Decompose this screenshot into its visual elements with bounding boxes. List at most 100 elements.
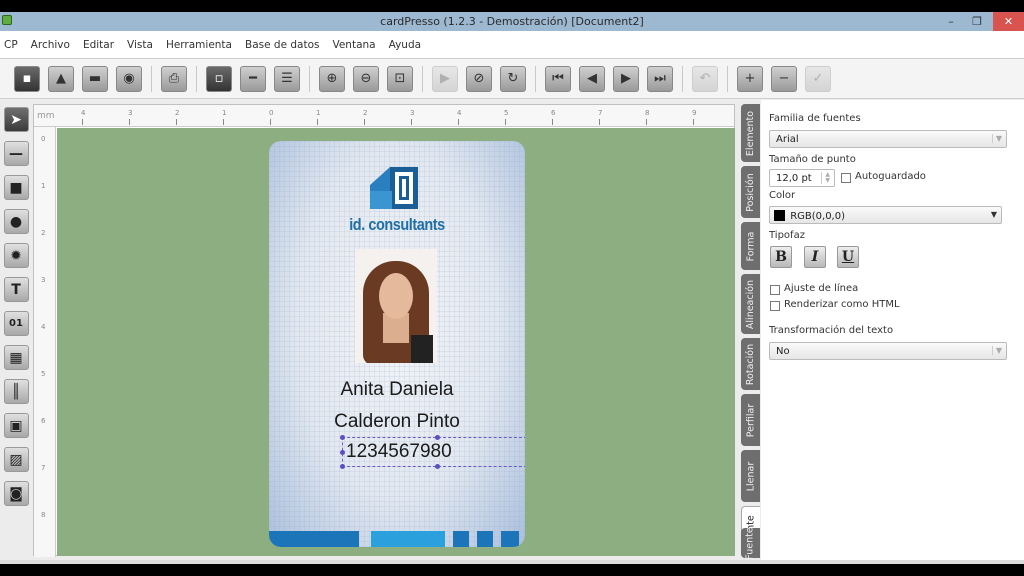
main-toolbar: ▪ ▲ ▬ ◉ ⎙ ▫ ━ ☰ ⊕ ⊖ ⊡ ▶ ⊘ ↻ ⏮ ◀ ▶ ⏭ ↶ + − ✓: [0, 59, 1024, 99]
tab-perfilar[interactable]: Perfilar: [741, 394, 760, 446]
resize-handle-nw[interactable]: [340, 435, 345, 440]
font-family-value: Arial: [776, 134, 799, 145]
selection-box[interactable]: [340, 435, 525, 469]
tab-rotacion[interactable]: Rotación: [741, 338, 760, 390]
record-last-icon: ⏭: [654, 71, 666, 86]
toolbar-separator: [151, 65, 152, 92]
zoom-in-button[interactable]: ⊕: [319, 65, 345, 92]
company-logo-icon[interactable]: [368, 165, 420, 213]
menu-ayuda[interactable]: Ayuda: [389, 39, 421, 51]
tab-elemento[interactable]: Elemento: [741, 104, 760, 162]
card-front-button[interactable]: ▫: [206, 65, 232, 92]
toolbar-separator: [309, 65, 310, 92]
record-undo-button[interactable]: ↶: [692, 65, 718, 92]
rectangle-tool-button[interactable]: ■: [3, 175, 29, 200]
record-add-button[interactable]: +: [737, 65, 763, 92]
image-tool-button[interactable]: ▨: [3, 447, 29, 472]
print-icon: ⎙: [168, 71, 180, 86]
tab-label: Fuente: [745, 526, 756, 560]
minimize-button[interactable]: –: [940, 12, 962, 31]
typeface-label: Tipofaz: [769, 230, 805, 241]
toolbar-separator: [422, 65, 423, 92]
image-add-tool-button[interactable]: ▣: [3, 413, 29, 438]
tab-forma[interactable]: Forma: [741, 222, 760, 270]
menu-editar[interactable]: Editar: [83, 39, 114, 51]
menu-base-de-datos[interactable]: Base de datos: [245, 39, 319, 51]
close-button[interactable]: ✕: [993, 12, 1024, 31]
open-button[interactable]: ▲: [48, 65, 74, 92]
color-select[interactable]: RGB(0,0,0) ▼: [769, 206, 1002, 224]
render-html-checkbox[interactable]: [770, 301, 780, 311]
save-button[interactable]: ▬: [82, 65, 108, 92]
italic-button[interactable]: I: [804, 246, 826, 268]
tab-fuente-2[interactable]: Fuente: [741, 526, 760, 560]
card-back-button[interactable]: ━: [240, 65, 266, 92]
underline-button[interactable]: U: [837, 246, 859, 268]
new-card-button[interactable]: ▪: [14, 65, 40, 92]
ellipse-tool-button[interactable]: ●: [3, 209, 29, 234]
record-prev-icon: ◀: [587, 71, 597, 86]
maximize-button[interactable]: ❐: [966, 12, 988, 31]
app-icon: [2, 15, 12, 25]
word-wrap-checkbox[interactable]: [770, 285, 780, 295]
record-last-button[interactable]: ⏭: [647, 65, 673, 92]
date-tool-button[interactable]: ▦: [3, 345, 29, 370]
font-family-label: Familia de fuentes: [769, 113, 861, 124]
print-button[interactable]: ⎙: [161, 65, 187, 92]
tab-label: Llenar: [745, 461, 756, 491]
camera-tool-button[interactable]: ◙: [3, 481, 29, 506]
record-prev-button[interactable]: ◀: [579, 65, 605, 92]
first-name-text[interactable]: Anita Daniela: [269, 379, 525, 401]
select-tool-button[interactable]: ➤: [3, 107, 29, 132]
menu-herramienta[interactable]: Herramienta: [166, 39, 232, 51]
id-card[interactable]: id. consultants Anita Daniela Calderon P…: [269, 141, 525, 547]
resize-handle-sw[interactable]: [340, 464, 345, 469]
record-next-button[interactable]: ▶: [613, 65, 639, 92]
barcode-tool-button[interactable]: ║: [3, 379, 29, 404]
record-refresh-button[interactable]: ↻: [500, 65, 526, 92]
text-transform-select[interactable]: No ▼: [769, 342, 1007, 360]
record-first-button[interactable]: ⏮: [545, 65, 571, 92]
photo-portrait[interactable]: [355, 249, 437, 363]
zoom-fit-button[interactable]: ⊡: [387, 65, 413, 92]
line-tool-button[interactable]: —: [3, 141, 29, 166]
record-remove-button[interactable]: −: [771, 65, 797, 92]
resize-handle-w[interactable]: [340, 450, 345, 455]
database-view-button[interactable]: ☰: [274, 65, 300, 92]
record-first-icon: ⏮: [552, 71, 564, 86]
tab-llenar[interactable]: Llenar: [741, 450, 760, 502]
image-tool-icon: ▨: [9, 451, 23, 468]
autosave-checkbox[interactable]: [841, 173, 851, 183]
zoom-out-button[interactable]: ⊖: [353, 65, 379, 92]
barcode-tool-icon: ║: [11, 383, 21, 400]
ruler-tick-label: 1: [41, 182, 46, 190]
tab-alineacion[interactable]: Alineación: [741, 274, 760, 334]
last-name-text[interactable]: Calderon Pinto: [269, 411, 525, 433]
tab-posicion[interactable]: Posición: [741, 166, 760, 218]
resize-handle-n[interactable]: [435, 435, 440, 440]
text-tool-button[interactable]: T: [3, 277, 29, 302]
company-logo-text[interactable]: id. consultants: [288, 215, 506, 235]
ruler-tick-label: 7: [598, 109, 603, 125]
save-as-button[interactable]: ◉: [116, 65, 142, 92]
resize-handle-s[interactable]: [435, 464, 440, 469]
spin-arrows-icon[interactable]: ▲ ▼: [821, 172, 830, 184]
menu-vista[interactable]: Vista: [127, 39, 153, 51]
font-family-select[interactable]: Arial ▼: [769, 130, 1007, 148]
menu-cp[interactable]: CP: [4, 39, 18, 51]
chevron-down-icon: ▼: [990, 210, 997, 219]
ruler-tick-label: 2: [363, 109, 368, 125]
record-play-button[interactable]: ▶: [432, 65, 458, 92]
database-view-icon: ☰: [281, 71, 293, 86]
menu-ventana[interactable]: Ventana: [332, 39, 375, 51]
canvas-workspace[interactable]: id. consultants Anita Daniela Calderon P…: [57, 128, 735, 556]
menu-archivo[interactable]: Archivo: [31, 39, 70, 51]
text-transform-value: No: [776, 346, 790, 357]
record-stop-button[interactable]: ⊘: [466, 65, 492, 92]
record-confirm-button[interactable]: ✓: [805, 65, 831, 92]
star-tool-button[interactable]: ✹: [3, 243, 29, 268]
counter-tool-icon: 01: [9, 318, 23, 329]
point-size-spinbox[interactable]: 12,0 pt ▲ ▼: [769, 169, 835, 187]
counter-tool-button[interactable]: 01: [3, 311, 29, 336]
bold-button[interactable]: B: [770, 246, 792, 268]
